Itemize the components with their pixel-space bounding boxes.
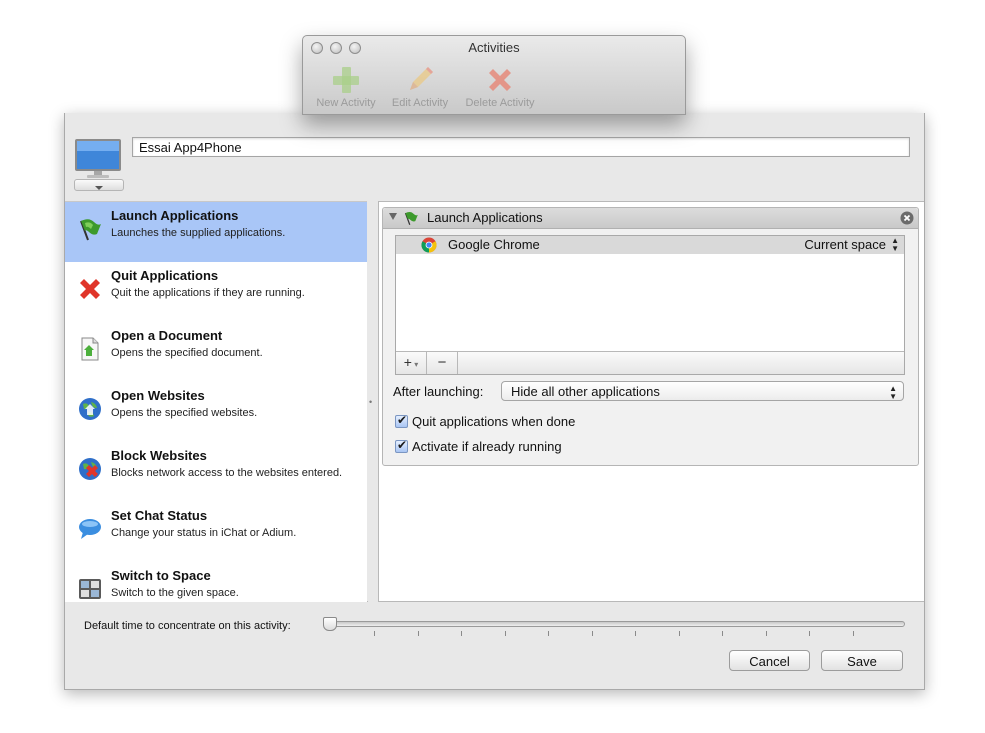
list-item-title: Set Chat Status (111, 508, 208, 523)
icon-dropdown[interactable] (74, 179, 124, 191)
red-x-icon (80, 279, 100, 299)
action-detail-pane: Launch Applications Google Chrome Curren… (378, 201, 924, 602)
chevron-down-icon (95, 186, 103, 190)
save-button[interactable]: Save (821, 650, 903, 671)
concentration-time-label: Default time to concentrate on this acti… (84, 620, 291, 632)
pencil-icon (410, 67, 433, 90)
list-item-description: Blocks network access to the websites en… (111, 467, 343, 479)
plus-icon (333, 67, 359, 93)
list-item-description: Quit the applications if they are runnin… (111, 287, 305, 299)
slider-tick (504, 631, 506, 636)
table-toolbar: + ▾ − (396, 351, 904, 374)
list-item-switch-to-space[interactable]: Switch to Space Switch to the given spac… (65, 562, 367, 602)
list-item-title: Launch Applications (111, 208, 239, 223)
after-launching-value: Hide all other applications (511, 384, 660, 399)
slider-tick (852, 631, 854, 636)
chevron-down-icon: ▾ (411, 360, 419, 369)
slider-tick (722, 631, 723, 636)
activity-editor-sheet: Essai App4Phone Launch Applications Laun… (64, 113, 925, 690)
remove-app-button[interactable]: − (427, 352, 458, 374)
green-flag-icon (80, 219, 101, 241)
edit-activity-label: Edit Activity (391, 97, 449, 109)
list-item-title: Switch to Space (111, 568, 211, 583)
after-launching-label: After launching: (393, 384, 484, 399)
slider-tick (591, 631, 593, 636)
list-item-quit-applications[interactable]: Quit Applications Quit the applications … (65, 262, 367, 322)
list-item-open-websites[interactable]: Open Websites Opens the specified websit… (65, 382, 367, 442)
slider-tick (548, 631, 549, 636)
panel-header: Launch Applications (383, 208, 918, 229)
delete-activity-label: Delete Activity (465, 97, 535, 109)
slider-tick (635, 631, 636, 636)
list-item-title: Block Websites (111, 448, 207, 463)
select-arrows-icon: ▲ ▼ (889, 384, 897, 401)
spaces-icon (79, 579, 101, 599)
slider-tick (461, 631, 462, 636)
list-item-description: Switch to the given space. (111, 587, 239, 599)
globe-icon (79, 398, 101, 420)
activate-if-running-label: Activate if already running (412, 439, 562, 454)
activity-name-input[interactable]: Essai App4Phone (132, 137, 910, 157)
slider-tick (678, 631, 680, 636)
after-launching-select[interactable]: Hide all other applications ▲ ▼ (501, 381, 904, 401)
activate-if-running-checkbox[interactable] (395, 438, 408, 453)
add-app-button[interactable]: + ▾ (396, 352, 427, 374)
document-icon (81, 337, 99, 361)
list-item-launch-applications[interactable]: Launch Applications Launches the supplie… (65, 202, 367, 262)
block-globe-icon (79, 458, 101, 480)
new-activity-label: New Activity (316, 97, 376, 109)
delete-activity-button[interactable]: Delete Activity (459, 64, 541, 109)
divider-grip-icon: • (369, 397, 373, 407)
applications-table[interactable]: Google Chrome Current space ▲ ▼ + ▾ − (395, 235, 905, 375)
list-item-title: Open Websites (111, 388, 205, 403)
list-item-title: Quit Applications (111, 268, 219, 283)
stepper-arrows-icon[interactable]: ▲ ▼ (891, 237, 899, 253)
chrome-icon (421, 237, 437, 253)
window-title: Activities (468, 40, 520, 55)
slider-tick (765, 631, 767, 636)
list-item-description: Change your status in iChat or Adium. (111, 527, 297, 539)
quit-when-done-checkbox[interactable] (395, 413, 408, 428)
activities-toolbar-window: Activities New Activity Edit Activity De… (302, 35, 686, 115)
list-item-title: Open a Document (111, 328, 223, 343)
add-label: + (403, 354, 412, 370)
list-item-set-chat-status[interactable]: Set Chat Status Change your status in iC… (65, 502, 367, 562)
chat-bubble-icon (79, 519, 101, 539)
action-list[interactable]: Launch Applications Launches the supplie… (65, 201, 368, 602)
quit-when-done-row[interactable]: Quit applications when done (395, 413, 576, 429)
close-icon[interactable] (900, 211, 914, 225)
green-flag-icon (404, 211, 418, 225)
space-select[interactable]: Current space (804, 237, 886, 252)
list-item-block-websites[interactable]: Block Websites Blocks network access to … (65, 442, 367, 502)
delete-x-icon (489, 69, 511, 91)
edit-activity-button[interactable]: Edit Activity (387, 64, 453, 109)
list-item-description: Opens the specified document. (111, 347, 263, 359)
quit-when-done-label: Quit applications when done (412, 414, 576, 429)
launch-applications-panel: Launch Applications Google Chrome Curren… (382, 207, 919, 466)
list-item-description: Launches the supplied applications. (111, 227, 286, 239)
activate-if-running-row[interactable]: Activate if already running (395, 438, 562, 454)
list-item-description: Opens the specified websites. (111, 407, 258, 419)
concentration-time-slider[interactable] (330, 621, 905, 627)
list-item-open-document[interactable]: Open a Document Opens the specified docu… (65, 322, 367, 382)
panel-title: Launch Applications (427, 210, 543, 225)
cancel-button[interactable]: Cancel (729, 650, 810, 671)
slider-tick (417, 631, 419, 636)
slider-knob[interactable] (323, 617, 337, 631)
disclosure-triangle-icon[interactable] (389, 213, 397, 220)
slider-tick (809, 631, 810, 636)
new-activity-button[interactable]: New Activity (311, 64, 381, 109)
app-name: Google Chrome (448, 237, 540, 252)
table-row[interactable]: Google Chrome Current space ▲ ▼ (396, 236, 904, 254)
slider-tick (374, 631, 375, 636)
